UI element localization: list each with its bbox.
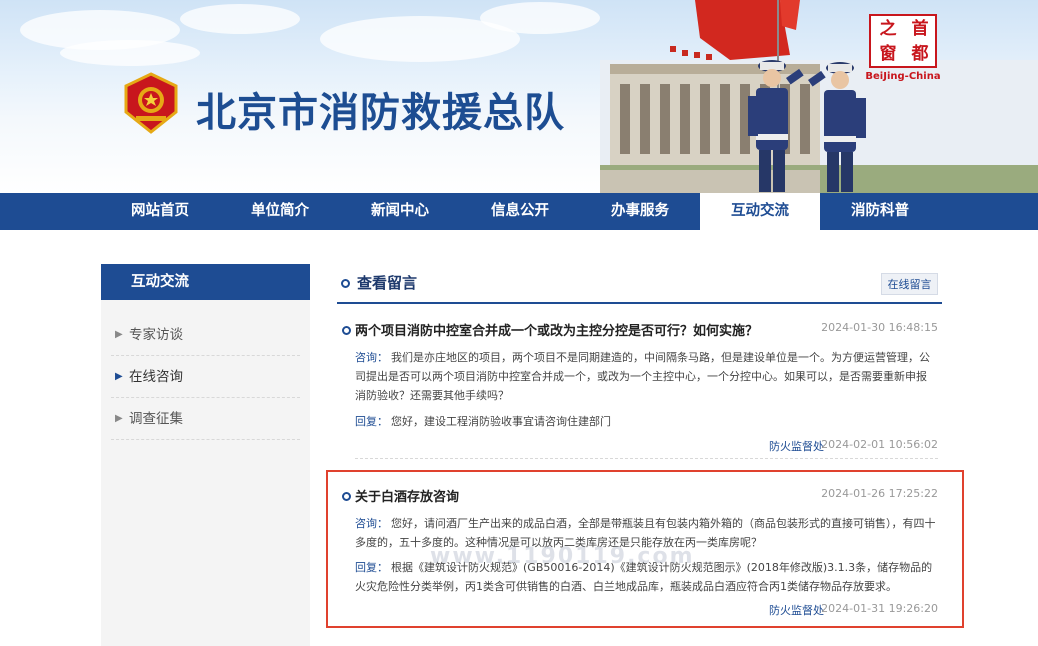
nav-item-interaction[interactable]: 互动交流 [700, 193, 820, 230]
section-title: 查看留言 [357, 274, 418, 292]
sidebar-item-label: 专家访谈 [129, 327, 183, 343]
sidebar-item-survey[interactable]: ▶ 调查征集 [101, 398, 310, 440]
sidebar-item-expert-interview[interactable]: ▶ 专家访谈 [101, 314, 310, 356]
online-message-button[interactable]: 在线留言 [881, 273, 938, 295]
nav-item-services[interactable]: 办事服务 [580, 193, 700, 230]
chevron-right-icon: ▶ [115, 413, 123, 424]
main-nav: 网站首页 单位简介 新闻中心 信息公开 办事服务 互动交流 消防科普 [0, 193, 1038, 230]
sidebar-item-label: 调查征集 [129, 411, 183, 427]
section-header: 查看留言 在线留言 [337, 264, 942, 304]
nav-item-news[interactable]: 新闻中心 [340, 193, 460, 230]
message-item: 两个项目消防中控室合并成一个或改为主控分控是否可行？如何实施？ 2024-01-… [337, 320, 942, 460]
nav-item-about[interactable]: 单位简介 [220, 193, 340, 230]
circle-bullet-icon [341, 279, 350, 288]
reply-time: 2024-02-01 10:56:02 [821, 438, 938, 451]
nav-item-home[interactable]: 网站首页 [100, 193, 220, 230]
sidebar-item-label: 在线咨询 [129, 369, 183, 385]
fire-rescue-emblem-icon [124, 72, 178, 134]
reply-department: 防火监督处 [769, 440, 824, 453]
tiananmen-guards-banner [600, 0, 1038, 193]
divider [355, 458, 938, 459]
site-title[interactable]: 北京市消防救援总队 [196, 80, 565, 138]
message-time: 2024-01-30 16:48:15 [821, 321, 938, 334]
sidebar-title: 互动交流 [101, 264, 310, 300]
message-title[interactable]: 两个项目消防中控室合并成一个或改为主控分控是否可行？如何实施？ [342, 320, 758, 339]
sidebar: 互动交流 ▶ 专家访谈 ▶ 在线咨询 ▶ 调查征集 [101, 264, 310, 646]
main-content: 查看留言 在线留言 两个项目消防中控室合并成一个或改为主控分控是否可行？如何实施… [337, 264, 942, 617]
highlight-box [326, 470, 964, 628]
message-question: 咨询： 我们是亦庄地区的项目，两个项目不是同期建造的，中间隔条马路，但是建设单位是… [355, 351, 930, 402]
message-answer: 回复： 您好，建设工程消防验收事宜请咨询住建部门 [355, 415, 611, 428]
chevron-right-icon: ▶ [115, 371, 123, 382]
site-header: 北京市消防救援总队 之 首 窗 都 BeiJing-China [0, 0, 1038, 193]
nav-item-fire-science[interactable]: 消防科普 [820, 193, 940, 230]
nav-item-info-disclosure[interactable]: 信息公开 [460, 193, 580, 230]
chevron-right-icon: ▶ [115, 329, 123, 340]
stamp-subtitle: BeiJing-China [865, 71, 941, 82]
sidebar-item-online-consult[interactable]: ▶ 在线咨询 [101, 356, 310, 398]
capital-window-stamp: 之 首 窗 都 [869, 14, 937, 68]
circle-bullet-icon [342, 326, 351, 335]
